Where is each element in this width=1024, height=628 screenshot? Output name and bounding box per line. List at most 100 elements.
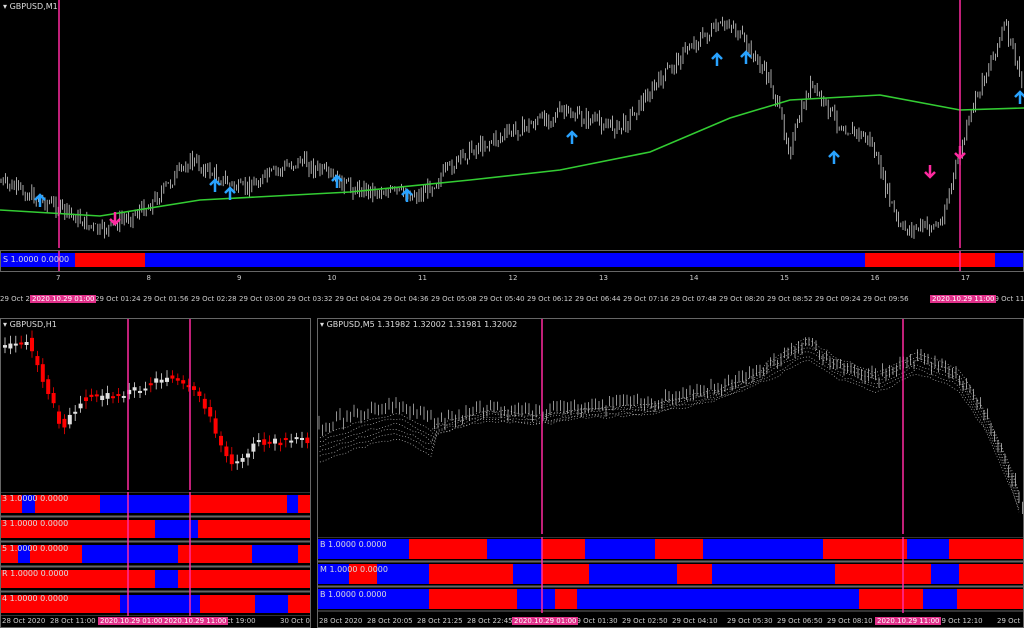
candle-body (165, 377, 169, 382)
m1-price-chart[interactable] (0, 0, 1024, 248)
indicator-segment (585, 539, 655, 559)
indicator-segment (252, 545, 298, 563)
time-label: 29 Oct 01:30 (572, 617, 618, 625)
time-label: 29 Oct 06:12 (527, 295, 573, 303)
candle-body (197, 391, 202, 396)
candle-body (100, 395, 105, 401)
candle-body (224, 446, 229, 457)
time-label: 29 Oct 02:28 (191, 295, 237, 303)
indicator-segment (155, 570, 178, 588)
indicator-segment (100, 495, 190, 513)
indicator-segment (145, 253, 865, 267)
indicator-segment (577, 589, 859, 609)
m5-chart-title: ▾ GBPUSD,M5 1.31982 1.32002 1.31981 1.32… (320, 320, 517, 329)
sell-arrow-icon (954, 146, 966, 160)
indicator-segment (75, 253, 145, 267)
buy-arrow-icon (828, 150, 840, 164)
candle-body (78, 403, 83, 409)
period-number: 10 (327, 274, 337, 282)
indicator-segment (703, 539, 823, 559)
window-menu-icon[interactable]: ▾ (3, 320, 7, 329)
candle-body (105, 393, 110, 399)
indicator-segment (931, 564, 959, 584)
indicator-label: 4 1.0000 0.0000 (2, 594, 69, 603)
time-label: 29 Oct 12:10 (937, 617, 983, 625)
candle-body (256, 440, 261, 443)
indicator-segment (542, 564, 589, 584)
h1-price-chart[interactable] (0, 318, 311, 490)
time-label: 28 Oct 22:45 (467, 617, 513, 625)
indicator-segment (198, 520, 311, 538)
candle-body (138, 390, 142, 393)
m1-chart-window[interactable]: ▾ GBPUSD,M1 S 1.0000 0.0000 7 8 9 10 11 12 13 1… (0, 0, 1024, 310)
time-label: 29 Oct 05:30 (727, 617, 773, 625)
candle-body (262, 439, 267, 445)
time-label: 29 Oct 07:48 (671, 295, 717, 303)
ichimoku-cloud-line (317, 351, 1020, 505)
window-menu-icon[interactable]: ▾ (320, 320, 324, 329)
indicator-segment (155, 520, 198, 538)
indicator-label: 3 1.0000 0.0000 (2, 494, 69, 503)
period-number: 11 (418, 274, 427, 282)
sell-arrow-icon (924, 165, 936, 179)
indicator-label: B 1.0000 0.0000 (320, 590, 387, 599)
indicator-segment (712, 564, 835, 584)
candle-body (51, 393, 56, 404)
h1-chart-window[interactable]: ▾ GBPUSD,H1 3 1.0000 0.0000 3 1.0000 0.00… (0, 318, 311, 628)
indicator-segment (957, 589, 1024, 609)
period-number: 15 (780, 274, 789, 282)
indicator-segment (995, 253, 1024, 267)
indicator-segment (589, 564, 677, 584)
window-menu-icon[interactable]: ▾ (3, 2, 7, 11)
candle-body (251, 443, 256, 452)
indicator-segment (200, 595, 255, 613)
candle-body (62, 418, 67, 428)
indicator-segment (82, 545, 178, 563)
indicator-segment (823, 539, 907, 559)
time-label: 29 Oct 09:24 (815, 295, 861, 303)
candle-body (229, 454, 234, 465)
highlight-time-label: 2020.10.29 01:00 (98, 617, 165, 625)
candle-body (84, 397, 88, 402)
candle-body (57, 411, 61, 424)
ichimoku-cloud-line (317, 359, 1020, 513)
indicator-segment (865, 253, 995, 267)
candle-body (121, 395, 126, 398)
candle-body (170, 375, 175, 379)
indicator-segment (513, 564, 542, 584)
candle-body (89, 394, 94, 397)
candle-body (300, 437, 304, 440)
time-label: 29 Oct 03:32 (287, 295, 333, 303)
ichimoku-cloud-line (317, 356, 1020, 509)
h1-chart-title-text: GBPUSD,H1 (9, 320, 57, 329)
indicator-segment (178, 570, 311, 588)
m1-indicator-label: S 1.0000 0.0000 (3, 255, 70, 264)
candle-body (3, 345, 7, 348)
candle-body (13, 343, 18, 346)
candle-body (305, 437, 310, 444)
candle-body (283, 438, 288, 441)
candle-body (30, 337, 34, 352)
indicator-label: 3 1.0000 0.0000 (2, 519, 69, 528)
candle-body (24, 341, 29, 345)
time-label: 28 Oct 2020 (2, 617, 46, 625)
buy-arrow-icon (711, 52, 723, 66)
indicator-segment (409, 539, 487, 559)
indicator-segment (288, 595, 311, 613)
m5-price-chart[interactable] (317, 318, 1024, 534)
candle-body (159, 379, 164, 383)
indicator-segment (677, 564, 712, 584)
m5-chart-window[interactable]: ▾ GBPUSD,M5 1.31982 1.32002 1.31981 1.32… (317, 318, 1024, 628)
time-label: 28 Oct 20:05 (367, 617, 413, 625)
buy-arrow-icon (566, 130, 578, 144)
indicator-segment (542, 539, 585, 559)
indicator-segment (178, 545, 252, 563)
candle-body (246, 453, 250, 458)
candle-body (73, 411, 78, 414)
candle-body (181, 380, 186, 384)
candle-body (143, 388, 148, 391)
indicator-segment (298, 495, 311, 513)
m1-chart-title-text: GBPUSD,M1 (9, 2, 58, 11)
m1-indicator-bar (0, 251, 1024, 271)
buy-arrow-icon (209, 178, 221, 192)
